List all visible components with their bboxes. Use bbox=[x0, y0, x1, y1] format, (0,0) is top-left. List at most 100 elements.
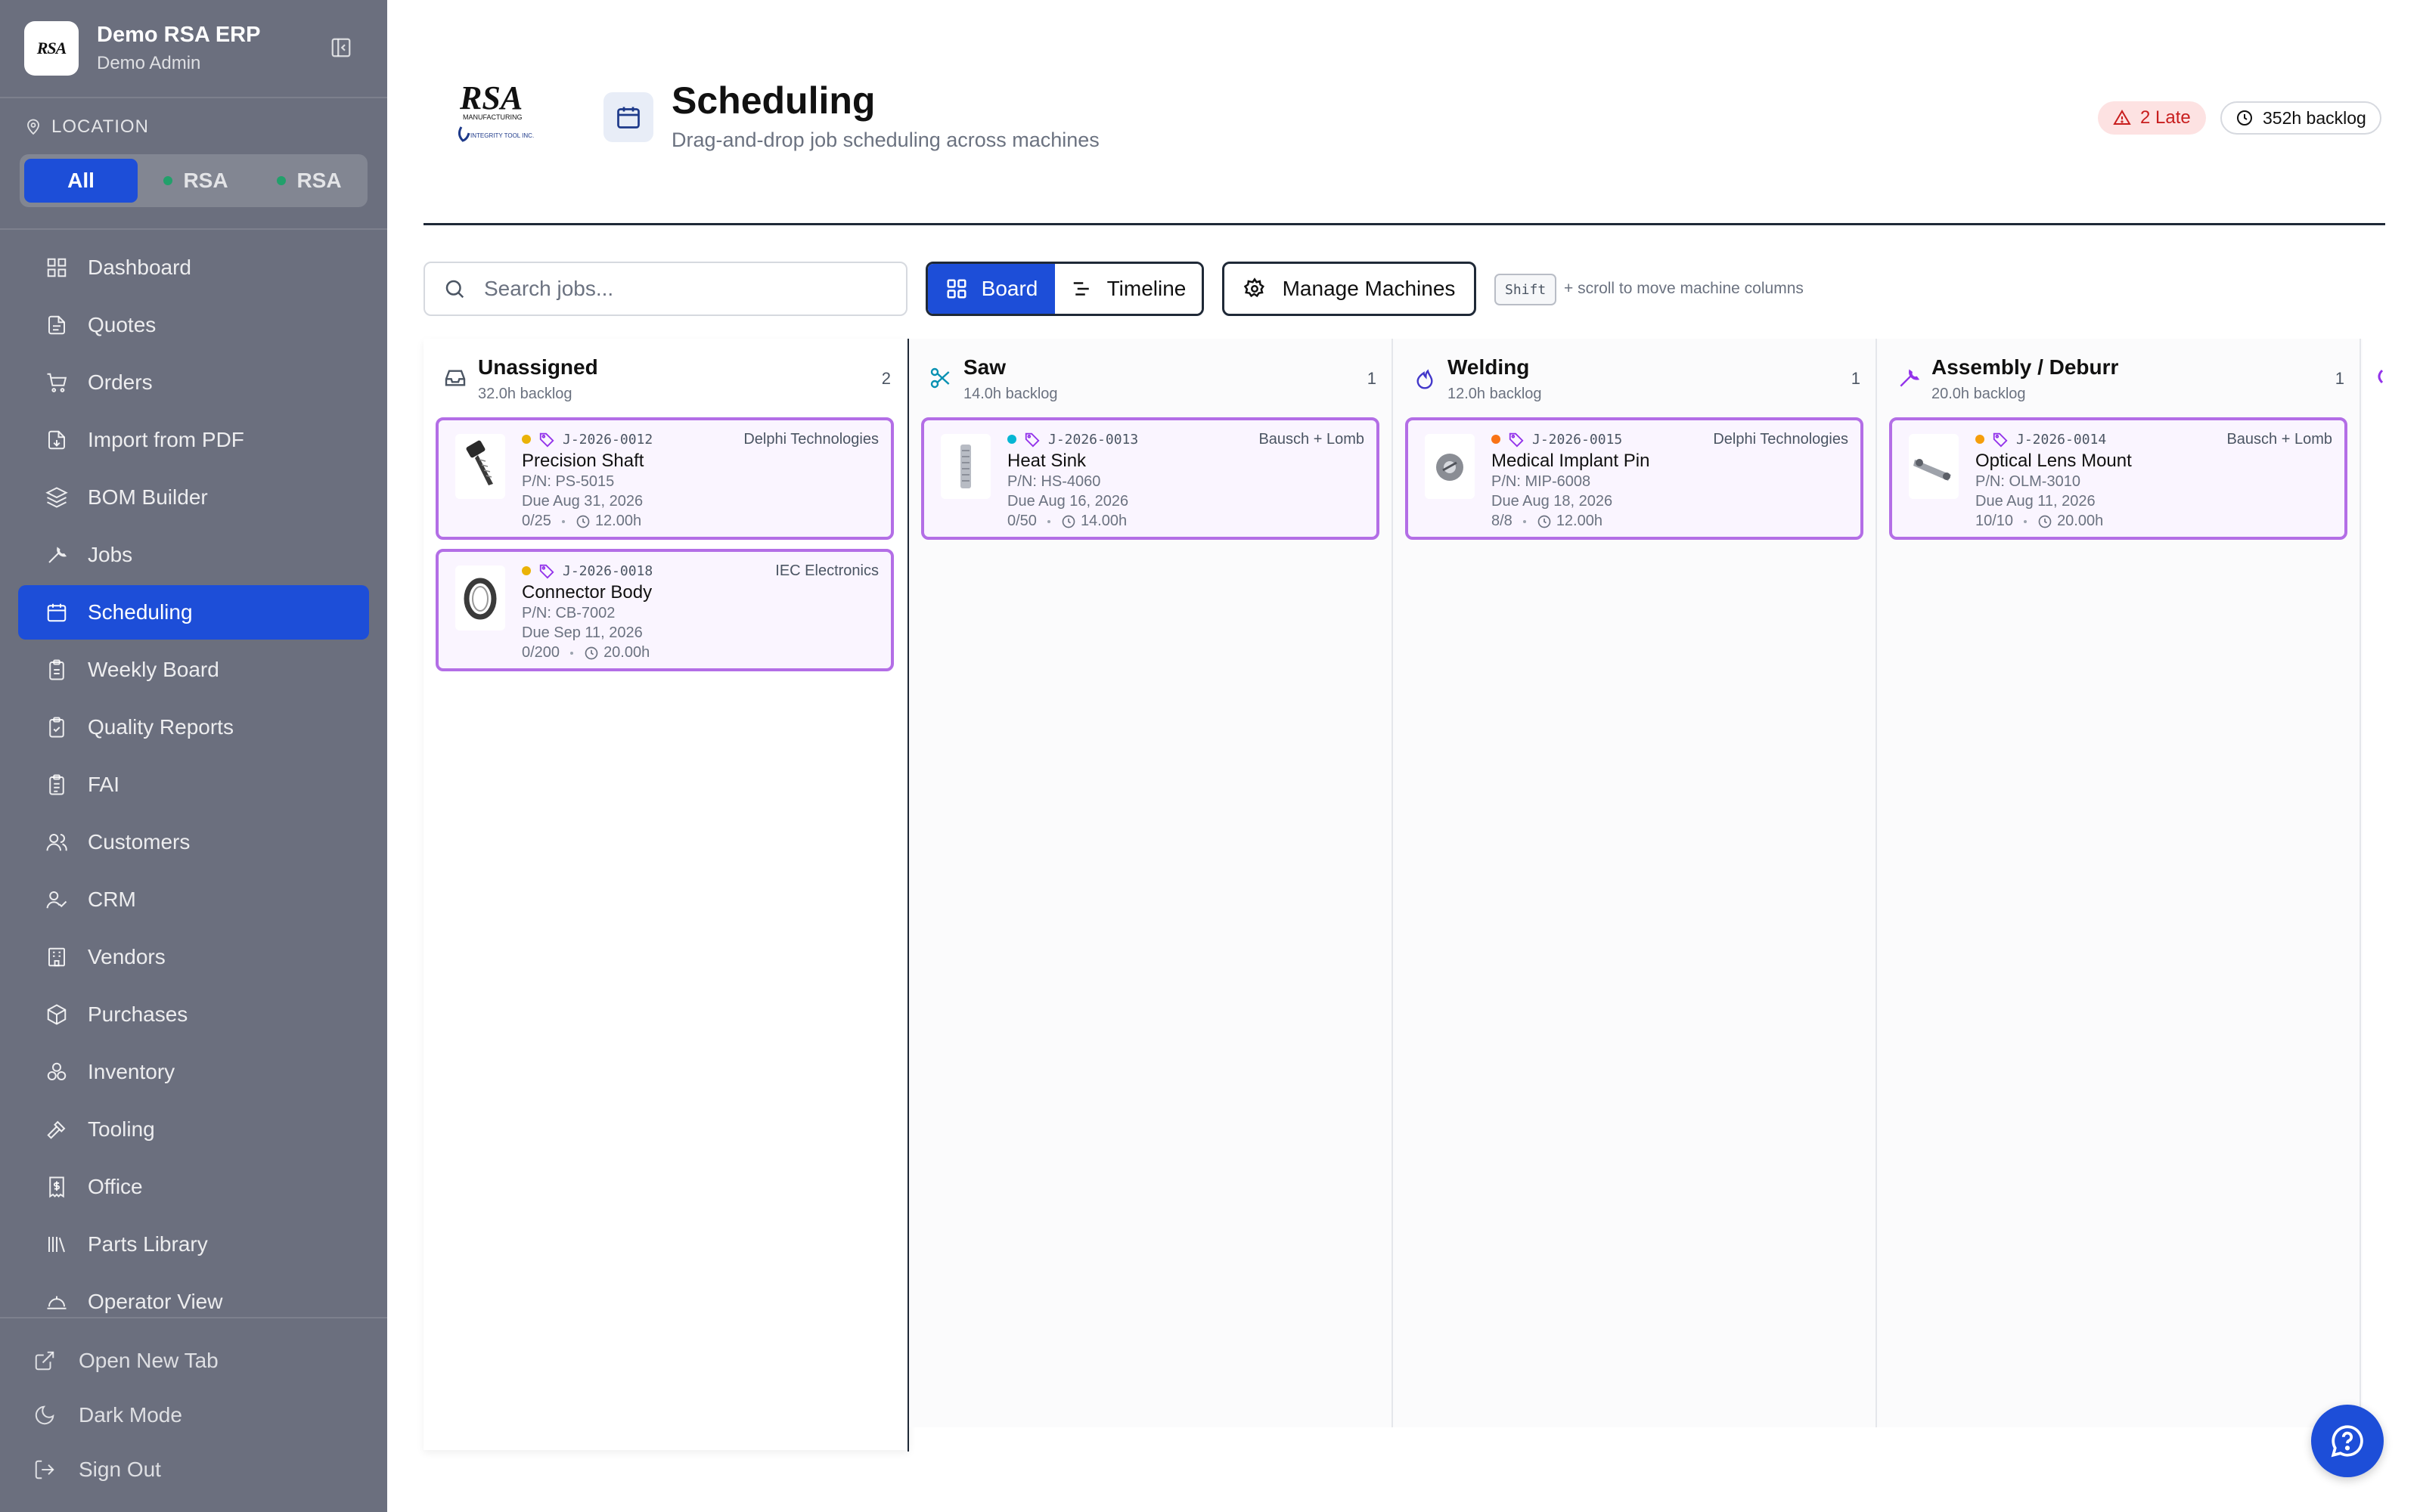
part-number: P/N: HS-4060 bbox=[1007, 473, 1101, 490]
job-id: J-2026-0014 bbox=[2016, 431, 2107, 448]
separator-dot bbox=[1047, 519, 1050, 523]
status-dot bbox=[277, 176, 287, 185]
job-card[interactable]: J-2026-0013 Bausch + Lomb Heat Sink P/N:… bbox=[921, 417, 1379, 540]
column-unassigned: Unassigned 32.0h backlog 2 J-2026-0012 D… bbox=[424, 339, 909, 1450]
sidebar-item-crm[interactable]: CRM bbox=[18, 872, 369, 927]
sidebar-item-purchases[interactable]: Purchases bbox=[18, 987, 369, 1042]
sidebar-item-weekly-board[interactable]: Weekly Board bbox=[18, 643, 369, 697]
clock-icon bbox=[585, 646, 598, 659]
due-date: Due Aug 18, 2026 bbox=[1491, 493, 1613, 510]
column-count: 1 bbox=[2335, 369, 2344, 388]
sidebar-item-label: CRM bbox=[88, 888, 136, 911]
sidebar-item-quotes[interactable]: Quotes bbox=[18, 298, 369, 352]
clock-icon bbox=[1537, 515, 1551, 528]
screw-part-icon bbox=[466, 440, 493, 485]
part-name: Optical Lens Mount bbox=[1975, 451, 2132, 471]
column-header: Welding 12.0h backlog 1 bbox=[1393, 339, 1879, 414]
customer-name: Delphi Technologies bbox=[743, 431, 879, 448]
sidebar-item-label: Scheduling bbox=[88, 600, 193, 624]
hammer-icon bbox=[47, 1120, 66, 1139]
sign-out-button[interactable]: Sign Out bbox=[33, 1447, 366, 1492]
location-toggle: All RSA RSA bbox=[20, 154, 368, 207]
column-count: 2 bbox=[881, 369, 891, 388]
sidebar-item-operator-view[interactable]: Operator View bbox=[18, 1275, 369, 1329]
sidebar-item-inventory[interactable]: Inventory bbox=[18, 1045, 369, 1099]
sidebar-item-quality-reports[interactable]: Quality Reports bbox=[18, 700, 369, 754]
sidebar-item-office[interactable]: Office bbox=[18, 1160, 369, 1214]
open-new-tab-button[interactable]: Open New Tab bbox=[33, 1338, 366, 1383]
heatsink-part-icon bbox=[960, 445, 971, 488]
due-date: Due Aug 31, 2026 bbox=[522, 493, 644, 510]
sidebar-item-import-pdf[interactable]: Import from PDF bbox=[18, 413, 369, 467]
sidebar-item-parts-library[interactable]: Parts Library bbox=[18, 1217, 369, 1272]
sidebar-item-jobs[interactable]: Jobs bbox=[18, 528, 369, 582]
search-box bbox=[424, 262, 908, 316]
job-id: J-2026-0018 bbox=[563, 562, 653, 579]
status-dot bbox=[163, 176, 173, 185]
job-card[interactable]: J-2026-0015 Delphi Technologies Medical … bbox=[1405, 417, 1863, 540]
column-divider bbox=[2360, 339, 2361, 1427]
part-name: Heat Sink bbox=[1007, 451, 1087, 471]
sidebar-collapse-icon[interactable] bbox=[330, 36, 352, 59]
help-chat-button[interactable] bbox=[2311, 1405, 2384, 1477]
sidebar-item-label: Inventory bbox=[88, 1060, 175, 1083]
job-progress-row: 10/10 20.00h bbox=[1975, 513, 2103, 530]
user-check-icon bbox=[46, 891, 67, 909]
sidebar-item-tooling[interactable]: Tooling bbox=[18, 1102, 369, 1157]
quantity: 0/25 bbox=[522, 513, 551, 529]
manage-machines-button[interactable]: Manage Machines bbox=[1222, 262, 1476, 316]
calendar-icon bbox=[617, 107, 640, 129]
customer-name: Delphi Technologies bbox=[1713, 431, 1848, 448]
search-input[interactable] bbox=[484, 277, 877, 301]
dark-mode-button[interactable]: Dark Mode bbox=[33, 1393, 366, 1438]
svg-text:MANUFACTURING: MANUFACTURING bbox=[463, 113, 523, 121]
sidebar-item-label: Operator View bbox=[88, 1290, 223, 1313]
board-view-button[interactable]: Board bbox=[928, 264, 1055, 314]
sidebar-item-orders[interactable]: Orders bbox=[18, 355, 369, 410]
late-badge[interactable]: 2 Late bbox=[2098, 101, 2206, 135]
clock-icon bbox=[576, 515, 590, 528]
boxes-icon bbox=[47, 1062, 67, 1080]
location-option-rsa-1[interactable]: RSA bbox=[141, 159, 251, 203]
customer-name: IEC Electronics bbox=[775, 562, 879, 579]
job-card[interactable]: J-2026-0014 Bausch + Lomb Optical Lens M… bbox=[1889, 417, 2347, 540]
sidebar-item-vendors[interactable]: Vendors bbox=[18, 930, 369, 984]
tag-icon bbox=[539, 564, 554, 579]
job-progress-row: 0/50 14.00h bbox=[1007, 513, 1127, 530]
job-card[interactable]: J-2026-0012 Delphi Technologies Precisio… bbox=[436, 417, 894, 540]
part-name: Precision Shaft bbox=[522, 451, 644, 471]
column-title: Welding bbox=[1447, 355, 1530, 379]
ring-part-icon bbox=[464, 578, 497, 620]
sidebar-item-label: Purchases bbox=[88, 1002, 188, 1026]
dashboard-icon bbox=[47, 258, 67, 277]
job-id: J-2026-0015 bbox=[1532, 431, 1623, 448]
sidebar-item-customers[interactable]: Customers bbox=[18, 815, 369, 869]
job-id-row: J-2026-0015 bbox=[1491, 431, 1622, 448]
priority-dot bbox=[1007, 435, 1016, 444]
priority-dot bbox=[1491, 435, 1500, 444]
sidebar-item-bom-builder[interactable]: BOM Builder bbox=[18, 470, 369, 525]
column-welding: Welding 12.0h backlog 1 J-2026-0015 Delp… bbox=[1393, 339, 1879, 1427]
sidebar-item-fai[interactable]: FAI bbox=[18, 758, 369, 812]
job-card[interactable]: J-2026-0018 IEC Electronics Connector Bo… bbox=[436, 549, 894, 671]
part-thumbnail bbox=[941, 434, 991, 499]
quantity: 8/8 bbox=[1491, 513, 1512, 529]
sidebar-item-dashboard[interactable]: Dashboard bbox=[18, 240, 369, 295]
view-toggle: Board Timeline bbox=[926, 262, 1204, 316]
part-thumbnail bbox=[1909, 434, 1959, 499]
quantity: 10/10 bbox=[1975, 513, 2014, 529]
priority-dot bbox=[522, 435, 531, 444]
svg-text:RSA: RSA bbox=[459, 79, 523, 116]
clipboard-icon bbox=[49, 659, 64, 680]
part-number: P/N: OLM-3010 bbox=[1975, 473, 2080, 490]
column-header: Assembly / Deburr 20.0h backlog 1 bbox=[1877, 339, 2363, 414]
wrench-icon bbox=[48, 547, 67, 563]
sidebar-item-scheduling[interactable]: Scheduling bbox=[18, 585, 369, 640]
location-option-rsa-2[interactable]: RSA bbox=[254, 159, 365, 203]
job-id: J-2026-0012 bbox=[563, 431, 653, 448]
sidebar-item-label: Dashboard bbox=[88, 256, 191, 279]
location-option-all[interactable]: All bbox=[24, 159, 138, 203]
timeline-view-button[interactable]: Timeline bbox=[1055, 264, 1202, 314]
divider bbox=[0, 1317, 387, 1318]
sidebar-nav: Dashboard Quotes Orders Import from PDF … bbox=[18, 240, 369, 1332]
